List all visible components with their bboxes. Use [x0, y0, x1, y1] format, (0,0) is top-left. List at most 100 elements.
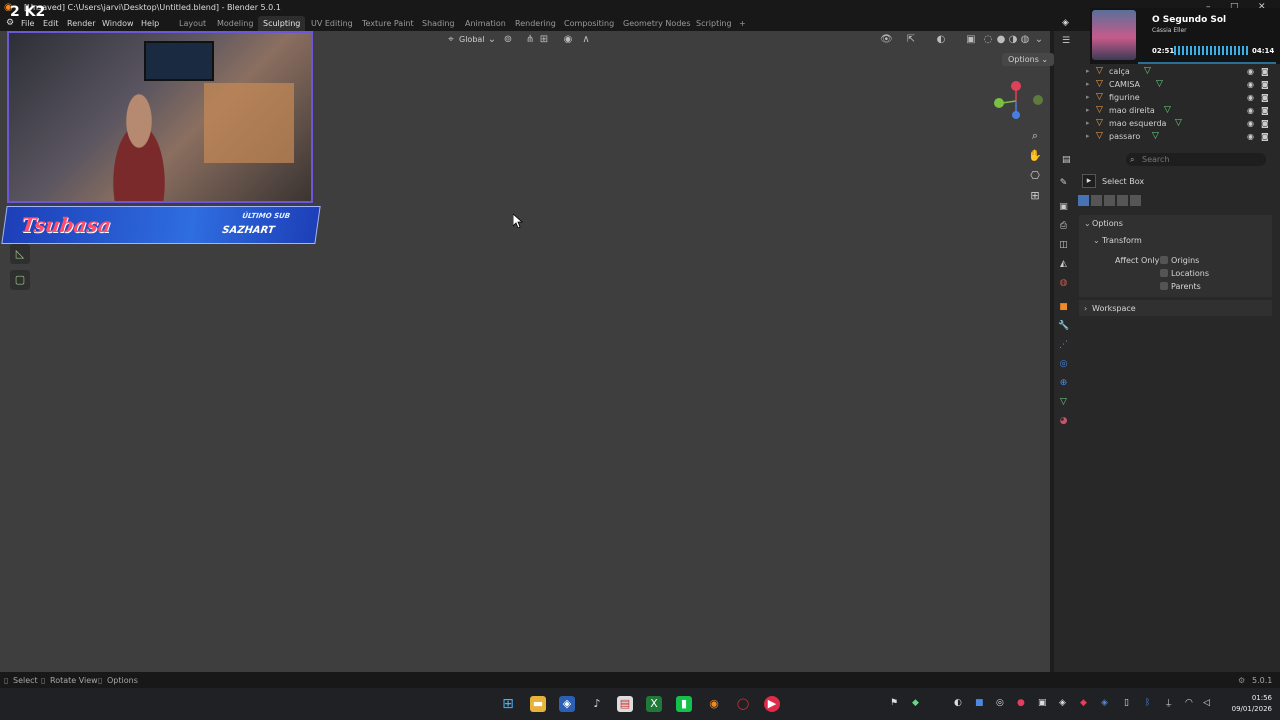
shading-wireframe-icon[interactable]: ◌ — [982, 34, 994, 46]
tab-geometry-nodes[interactable]: Geometry Nodes — [618, 16, 695, 31]
expand-icon[interactable]: ▸ — [1086, 78, 1090, 91]
proportional-edit-icon[interactable]: ◉ — [562, 34, 574, 46]
excel-icon[interactable]: X — [646, 696, 662, 712]
world-tab-icon[interactable]: ◍ — [1058, 278, 1069, 289]
measure-tool-icon[interactable]: ◺ — [10, 244, 30, 264]
render-camera-icon[interactable]: ◙ — [1261, 91, 1269, 104]
data-tab-icon[interactable]: ▽ — [1058, 397, 1069, 408]
tray-icon-1[interactable]: ⚑ — [890, 698, 898, 708]
origins-checkbox[interactable] — [1160, 256, 1168, 264]
tray-icon-7[interactable]: ▣ — [1038, 698, 1047, 708]
eye-icon[interactable]: ◉ — [1247, 65, 1254, 78]
opera-icon[interactable]: ◯ — [735, 696, 751, 712]
tab-uv-editing[interactable]: UV Editing — [306, 16, 358, 31]
add-workspace-button[interactable]: + — [734, 16, 751, 31]
shading-solid-icon[interactable]: ● — [995, 34, 1007, 46]
app-icon-1[interactable]: ◈ — [559, 696, 575, 712]
mode-intersect-icon[interactable] — [1130, 195, 1141, 206]
shading-material-icon[interactable]: ◑ — [1007, 34, 1019, 46]
menu-edit[interactable]: Edit — [43, 19, 59, 28]
snap-target-icon[interactable]: ⊞ — [538, 34, 550, 46]
tray-icon-4[interactable]: ■ — [975, 698, 984, 708]
render-tab-icon[interactable]: ▣ — [1058, 202, 1069, 213]
select-box-tool-icon[interactable]: ▸ — [1082, 174, 1096, 188]
render-camera-icon[interactable]: ◙ — [1261, 130, 1269, 143]
ortho-toggle-icon[interactable]: ⊞ — [1028, 189, 1042, 203]
outliner-row[interactable]: ▸ ▽ CAMISA ▽ ◉ ◙ — [1080, 78, 1280, 91]
expand-icon[interactable]: ▸ — [1086, 104, 1090, 117]
falloff-icon[interactable]: ∧ — [580, 34, 592, 46]
blender-taskbar-icon[interactable]: ◉ — [706, 696, 722, 712]
properties-editor-icon[interactable]: ▤ — [1062, 155, 1071, 165]
taskbar-clock[interactable]: 01:56 09/01/2026 — [1222, 693, 1272, 715]
locations-checkbox[interactable] — [1160, 269, 1168, 277]
object-tab-icon[interactable]: ■ — [1058, 302, 1069, 313]
particles-tab-icon[interactable]: ⋰ — [1058, 340, 1069, 351]
parents-checkbox[interactable] — [1160, 282, 1168, 290]
tab-sculpting[interactable]: Sculpting — [258, 16, 306, 31]
file-explorer-icon[interactable]: ▬ — [530, 696, 546, 712]
tray-icon-9[interactable]: ◆ — [1080, 698, 1087, 708]
app-icon-2[interactable]: ♪ — [589, 696, 605, 712]
outliner-row[interactable]: ▸ ▽ mao direita ▽ ◉ ◙ — [1080, 104, 1280, 117]
render-camera-icon[interactable]: ◙ — [1261, 65, 1269, 78]
scene-tab-icon[interactable]: ◭ — [1058, 259, 1069, 270]
expand-icon[interactable]: ▸ — [1086, 65, 1090, 78]
media-player-icon[interactable]: ▶ — [764, 696, 780, 712]
zoom-icon[interactable]: ⌕ — [1028, 129, 1042, 143]
tab-rendering[interactable]: Rendering — [510, 16, 561, 31]
mode-extend-icon[interactable] — [1091, 195, 1102, 206]
expand-icon[interactable]: ▸ — [1086, 117, 1090, 130]
app-icon-3[interactable]: ▤ — [617, 696, 633, 712]
tab-animation[interactable]: Animation — [460, 16, 511, 31]
shading-rendered-icon[interactable]: ◍ — [1019, 34, 1031, 46]
transform-panel-header[interactable]: Transform — [1102, 236, 1142, 245]
tab-compositing[interactable]: Compositing — [559, 16, 619, 31]
constraints-tab-icon[interactable]: ⊕ — [1058, 378, 1069, 389]
options-panel-header[interactable]: Options — [1092, 219, 1123, 228]
navigation-gizmo[interactable] — [986, 79, 1048, 119]
windows-start-icon[interactable]: ⊞ — [500, 696, 516, 712]
material-tab-icon[interactable]: ◕ — [1058, 416, 1069, 427]
outliner-row[interactable]: ▸ ▽ calça ▽ ◉ ◙ — [1080, 65, 1280, 78]
eye-icon[interactable]: ◉ — [1247, 130, 1254, 143]
xray-icon[interactable]: ▣ — [965, 34, 977, 46]
snap-icon[interactable]: ⋔ — [524, 34, 536, 46]
add-cube-tool-icon[interactable]: ▢ — [10, 270, 30, 290]
eye-icon[interactable]: ◉ — [1247, 117, 1254, 130]
eye-icon[interactable]: ◉ — [1247, 78, 1254, 91]
tab-scripting[interactable]: Scripting — [691, 16, 737, 31]
menu-help[interactable]: Help — [141, 19, 159, 28]
gizmo-icon[interactable]: ⇱ — [905, 34, 917, 46]
menu-file[interactable]: File — [21, 19, 34, 28]
microphone-icon[interactable]: ⍊ — [1166, 698, 1171, 708]
outliner-row[interactable]: ▸ ▽ figurine ◉ ◙ — [1080, 91, 1280, 104]
pan-hand-icon[interactable]: ✋ — [1028, 149, 1042, 163]
tray-icon-3[interactable]: ◐ — [954, 698, 962, 708]
mode-invert-icon[interactable] — [1117, 195, 1128, 206]
app-icon-4[interactable]: ▮ — [676, 696, 692, 712]
outliner-row[interactable]: ▸ ▽ passaro ▽ ◉ ◙ — [1080, 130, 1280, 143]
wifi-icon[interactable]: ◠ — [1185, 698, 1193, 708]
tray-icon-2[interactable]: ◆ — [912, 698, 919, 708]
workspace-panel-header[interactable]: Workspace — [1092, 304, 1136, 313]
scene-icon[interactable]: ◈ — [1062, 18, 1069, 28]
shading-options-icon[interactable]: ⌄ — [1033, 34, 1045, 46]
tab-texture-paint[interactable]: Texture Paint — [357, 16, 419, 31]
menu-render[interactable]: Render — [67, 19, 95, 28]
outliner-row[interactable]: ▸ ▽ mao esquerda ▽ ◉ ◙ — [1080, 117, 1280, 130]
render-camera-icon[interactable]: ◙ — [1261, 117, 1269, 130]
menu-window[interactable]: Window — [102, 19, 134, 28]
volume-icon[interactable]: ◁ — [1203, 698, 1210, 708]
overlay-icon[interactable]: ◐ — [935, 34, 947, 46]
mode-new-icon[interactable] — [1078, 195, 1089, 206]
tool-tab-icon[interactable]: ✎ — [1058, 178, 1069, 189]
battery-icon[interactable]: ▯ — [1124, 698, 1129, 708]
tray-icon-6[interactable]: ● — [1017, 698, 1025, 708]
eye-icon[interactable]: ◉ — [1247, 104, 1254, 117]
properties-search-input[interactable]: ⌕ Search — [1126, 153, 1266, 166]
render-camera-icon[interactable]: ◙ — [1261, 104, 1269, 117]
chevron-down-icon[interactable]: ⌄ — [1093, 236, 1100, 245]
chevron-down-icon[interactable]: ⌄ — [1084, 219, 1091, 228]
options-button[interactable]: Options ⌄ — [1002, 53, 1055, 66]
